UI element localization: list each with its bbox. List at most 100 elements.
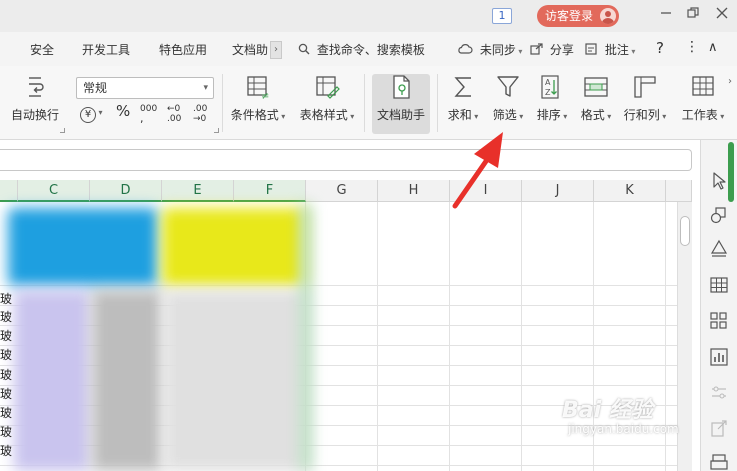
cursor-select-icon[interactable]: [708, 170, 730, 192]
chevron-right-icon[interactable]: ›: [728, 76, 732, 87]
column-header-partial[interactable]: [0, 180, 18, 202]
doc-helper-icon: [387, 74, 415, 100]
help-icon[interactable]: ?: [656, 39, 664, 57]
watermark-url: jingyan.baidu.com: [568, 422, 679, 436]
svg-text:A: A: [545, 78, 551, 87]
conditional-format-button[interactable]: ≠ 条件格式 ▾: [228, 74, 288, 123]
comment-icon: [585, 43, 602, 57]
column-header-c[interactable]: C: [18, 180, 90, 202]
wrap-text-button[interactable]: 自动换行: [6, 74, 64, 123]
search-icon: [298, 43, 314, 57]
cell-text-partial: 玻: [0, 444, 13, 458]
cell-text-partial: 玻: [0, 329, 13, 343]
conditional-format-label: 条件格式: [230, 108, 279, 122]
row-column-label: 行和列: [623, 108, 660, 122]
comment-label: 批注: [604, 43, 629, 57]
column-header-g[interactable]: G: [306, 180, 378, 202]
close-icon[interactable]: [712, 6, 732, 26]
table-icon[interactable]: [708, 274, 730, 296]
table-style-icon: [313, 74, 341, 100]
collapse-ribbon-icon[interactable]: ∧: [708, 40, 718, 55]
blurred-column-purple: [14, 290, 90, 471]
format-icon: [582, 74, 610, 100]
scrollbar-thumb[interactable]: [680, 216, 690, 246]
visitor-login-button[interactable]: 访客登录: [537, 5, 619, 27]
column-header-j[interactable]: J: [522, 180, 594, 202]
tab-doc-helper[interactable]: 文档助: [232, 41, 268, 58]
column-header-partial[interactable]: [666, 180, 692, 202]
wrap-text-label: 自动换行: [10, 108, 59, 122]
column-header-f[interactable]: F: [234, 180, 306, 202]
cloud-sync-icon: [457, 43, 477, 57]
menu-tabs-row: 安全 开发工具 特色应用 文档助 › 查找命令、搜索模板 未同步 ▾ 分享 批注…: [0, 32, 737, 66]
svg-text:≠: ≠: [261, 91, 269, 100]
tab-security[interactable]: 安全: [30, 41, 54, 58]
sort-label: 排序: [536, 108, 561, 122]
sum-button[interactable]: 求和 ▾: [443, 74, 483, 123]
number-format-value: 常规: [83, 81, 108, 95]
group-expand-icon[interactable]: [60, 128, 65, 133]
worksheet-button[interactable]: 工作表 ▾: [678, 74, 728, 123]
column-header-e[interactable]: E: [162, 180, 234, 202]
currency-button[interactable]: ¥ ▾: [80, 104, 103, 128]
sync-status-label: 未同步: [479, 43, 516, 57]
thousands-separator-button[interactable]: 000,: [140, 104, 157, 128]
format-label: 格式: [580, 108, 605, 122]
percent-button[interactable]: %: [116, 102, 130, 126]
ribbon-toolbar: 自动换行 常规 ▾ ¥ ▾ % 000, ←0 .00 .00 →0 ≠ 条件格…: [0, 66, 737, 140]
formula-bar: [0, 140, 700, 180]
number-format-select[interactable]: 常规 ▾: [76, 77, 214, 99]
watermark-logo-text: Bai 经验: [562, 398, 653, 423]
print-icon[interactable]: [708, 452, 730, 471]
row-column-button[interactable]: 行和列 ▾: [620, 74, 670, 123]
tab-scroll-right-button[interactable]: ›: [270, 41, 282, 59]
restore-icon[interactable]: [683, 6, 703, 26]
bar-chart-icon[interactable]: [708, 346, 730, 368]
wrap-text-icon: [21, 74, 49, 100]
more-options-icon[interactable]: ⋮: [685, 39, 699, 55]
cell-text-partial: 玻: [0, 310, 13, 324]
cell-text-partial: 玻: [0, 348, 13, 362]
funnel-icon: [494, 74, 522, 100]
sync-status-button[interactable]: 未同步 ▾: [457, 41, 522, 58]
share-label: 分享: [549, 43, 574, 57]
increase-decimal-button[interactable]: ←0 .00: [167, 104, 187, 128]
annotation-arrow: [452, 132, 503, 209]
settings-sliders-icon[interactable]: [708, 382, 730, 404]
minimize-icon[interactable]: [656, 6, 676, 26]
page-count-badge[interactable]: 1: [492, 8, 512, 24]
doc-helper-label: 文档助手: [376, 108, 425, 122]
share-button[interactable]: 分享: [530, 41, 574, 58]
style-layers-icon[interactable]: [708, 238, 730, 260]
command-search[interactable]: 查找命令、搜索模板: [298, 41, 425, 58]
doc-helper-content[interactable]: 文档助手: [372, 74, 430, 123]
apps-grid-icon[interactable]: [708, 310, 730, 332]
sort-button[interactable]: AZ 排序 ▾: [532, 74, 572, 123]
column-header-k[interactable]: K: [594, 180, 666, 202]
format-button[interactable]: 格式 ▾: [576, 74, 616, 123]
tab-special-apps[interactable]: 特色应用: [159, 41, 207, 58]
sigma-icon: [449, 74, 477, 100]
formula-input[interactable]: [0, 149, 692, 171]
sort-az-icon: AZ: [538, 74, 566, 100]
export-icon[interactable]: [708, 418, 730, 440]
conditional-format-icon: ≠: [244, 74, 272, 102]
blurred-column-light: [164, 290, 306, 471]
share-icon: [530, 43, 547, 57]
number-group-expand-icon[interactable]: [214, 128, 219, 133]
ribbon-divider: [222, 74, 223, 132]
decrease-decimal-button[interactable]: .00 →0: [193, 104, 213, 128]
tab-developer-tools[interactable]: 开发工具: [82, 41, 130, 58]
column-header-d[interactable]: D: [90, 180, 162, 202]
grid-line: [449, 202, 450, 471]
shapes-icon[interactable]: [708, 204, 730, 226]
row-column-icon: [631, 74, 659, 100]
blurred-selection-edge: [300, 204, 312, 471]
filter-button[interactable]: 筛选 ▾: [488, 74, 528, 123]
comment-button[interactable]: 批注 ▾: [585, 41, 635, 58]
right-sidebar: [700, 140, 737, 471]
table-style-button[interactable]: 表格样式 ▾: [297, 74, 357, 123]
table-style-label: 表格样式: [299, 108, 348, 122]
ribbon-divider: [437, 74, 438, 132]
worksheet-label: 工作表: [681, 108, 718, 122]
